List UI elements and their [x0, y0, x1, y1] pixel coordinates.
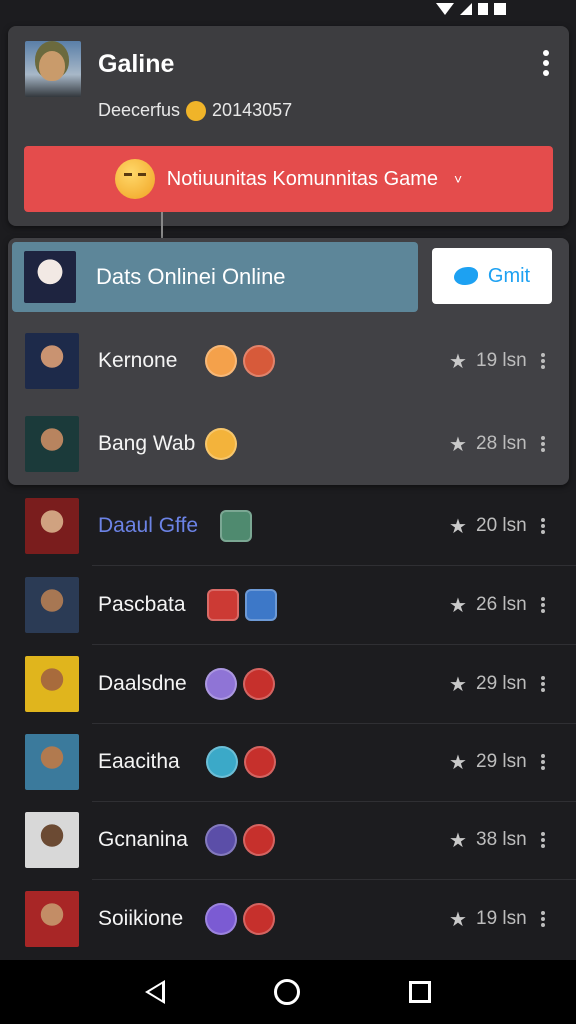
- badge-icon: [244, 746, 276, 778]
- player-count: 26 lsn: [476, 594, 527, 615]
- badge-icon: [205, 903, 237, 935]
- badge-group: [205, 668, 275, 700]
- list-item[interactable]: Pascbata ★ 26 lsn: [0, 566, 576, 644]
- player-count: 29 lsn: [476, 751, 527, 772]
- player-count: 28 lsn: [476, 433, 527, 454]
- more-options-icon[interactable]: [541, 676, 547, 692]
- player-count: 20 lsn: [476, 515, 527, 536]
- badge-icon: [243, 345, 275, 377]
- emoji-icon: [186, 100, 207, 121]
- badge-group: [205, 903, 275, 935]
- navigation-bar: [0, 960, 576, 1024]
- more-options-icon[interactable]: [541, 911, 547, 927]
- star-icon: ★: [449, 350, 467, 373]
- star-icon: ★: [449, 594, 467, 617]
- star-icon: ★: [449, 515, 467, 538]
- more-options-icon[interactable]: [541, 832, 547, 848]
- badge-icon: [205, 345, 237, 377]
- star-icon: ★: [449, 433, 467, 456]
- player-count: 19 lsn: [476, 908, 527, 929]
- avatar: [25, 812, 79, 868]
- badge-icon: [205, 824, 237, 856]
- list-item[interactable]: Daaul Gffe ★ 20 lsn: [0, 487, 576, 565]
- community-button[interactable]: Notiuunitas Komunnitas Game ˅: [24, 146, 553, 212]
- badge-icon: [206, 746, 238, 778]
- badge-icon: [245, 589, 277, 621]
- player-name: Soiikione: [98, 907, 184, 930]
- home-icon[interactable]: [273, 979, 300, 1005]
- badge-group: [205, 345, 275, 377]
- avatar: [25, 734, 79, 790]
- profile-subtitle-number: 20143057: [212, 100, 293, 120]
- player-name: Eaacitha: [98, 750, 180, 773]
- more-options-icon[interactable]: [541, 597, 547, 613]
- more-options-icon[interactable]: [541, 754, 547, 770]
- badge-icon: [243, 903, 275, 935]
- player-name: Gcnanina: [98, 828, 188, 851]
- badge-group: [207, 589, 277, 621]
- player-name: Daalsdne: [98, 672, 187, 695]
- profile-subtitle-prefix: Deecerfus: [98, 100, 181, 120]
- gmit-button-label: Gmit: [487, 264, 531, 287]
- list-item[interactable]: Kernone ★ 19 lsn: [0, 322, 576, 400]
- player-count: 19 lsn: [476, 350, 527, 371]
- badge-group: [206, 746, 276, 778]
- avatar: [25, 416, 79, 472]
- chevron-down-icon: ˅: [454, 171, 463, 187]
- player-name: Pascbata: [98, 593, 186, 616]
- more-options-icon[interactable]: [541, 436, 547, 452]
- signal-icon: [460, 3, 472, 15]
- avatar: [25, 891, 79, 947]
- player-name: Daaul Gffe: [98, 514, 199, 537]
- badge-icon: [205, 668, 237, 700]
- online-label: Dats Onlinei Online: [96, 264, 286, 289]
- badge-icon: [205, 428, 237, 460]
- star-icon: ★: [449, 673, 467, 696]
- badge-icon: [207, 589, 239, 621]
- list-item[interactable]: Bang Wab ★ 28 lsn: [0, 405, 576, 483]
- star-icon: ★: [449, 751, 467, 774]
- list-item[interactable]: Gcnanina ★ 38 lsn: [0, 801, 576, 879]
- badge-group: [220, 510, 252, 542]
- player-name: Bang Wab: [98, 432, 196, 455]
- battery-icon: [478, 3, 488, 15]
- list-item[interactable]: Soiikione ★ 19 lsn: [0, 880, 576, 958]
- badge-group: [205, 824, 275, 856]
- profile-subtitle: Deecerfus 20143057: [98, 100, 292, 121]
- player-count: 38 lsn: [476, 829, 527, 850]
- avatar: [25, 498, 79, 554]
- avatar: [25, 656, 79, 712]
- list-item[interactable]: Eaacitha ★ 29 lsn: [0, 723, 576, 801]
- more-options-icon[interactable]: [541, 50, 551, 76]
- star-icon: ★: [449, 829, 467, 852]
- notification-icon: [494, 3, 506, 15]
- star-icon: ★: [449, 908, 467, 931]
- status-bar: [0, 0, 576, 18]
- badge-icon: [243, 824, 275, 856]
- community-button-label: Notiuunitas Komunnitas Game: [166, 167, 439, 190]
- online-avatar: [24, 251, 76, 303]
- badge-icon: [243, 668, 275, 700]
- emoji-icon: [114, 159, 155, 199]
- gmit-button[interactable]: Gmit: [432, 248, 552, 304]
- player-name: Kernone: [98, 349, 178, 372]
- list-item[interactable]: Daalsdne ★ 29 lsn: [0, 645, 576, 723]
- player-count: 29 lsn: [476, 673, 527, 694]
- online-bar[interactable]: Dats Onlinei Online: [12, 242, 418, 312]
- more-options-icon[interactable]: [541, 518, 547, 534]
- avatar: [25, 577, 79, 633]
- wifi-icon: [436, 3, 454, 15]
- recent-apps-icon[interactable]: [409, 981, 432, 1003]
- profile-card: Galine Deecerfus 20143057 Notiuunitas Ko…: [8, 26, 569, 226]
- profile-name: Galine: [98, 50, 175, 78]
- back-icon[interactable]: [144, 980, 165, 1004]
- avatar: [25, 333, 79, 389]
- badge-icon: [220, 510, 252, 542]
- badge-group: [205, 428, 237, 460]
- profile-avatar[interactable]: [25, 41, 81, 97]
- twitter-bird-icon: [453, 267, 478, 285]
- more-options-icon[interactable]: [541, 353, 547, 369]
